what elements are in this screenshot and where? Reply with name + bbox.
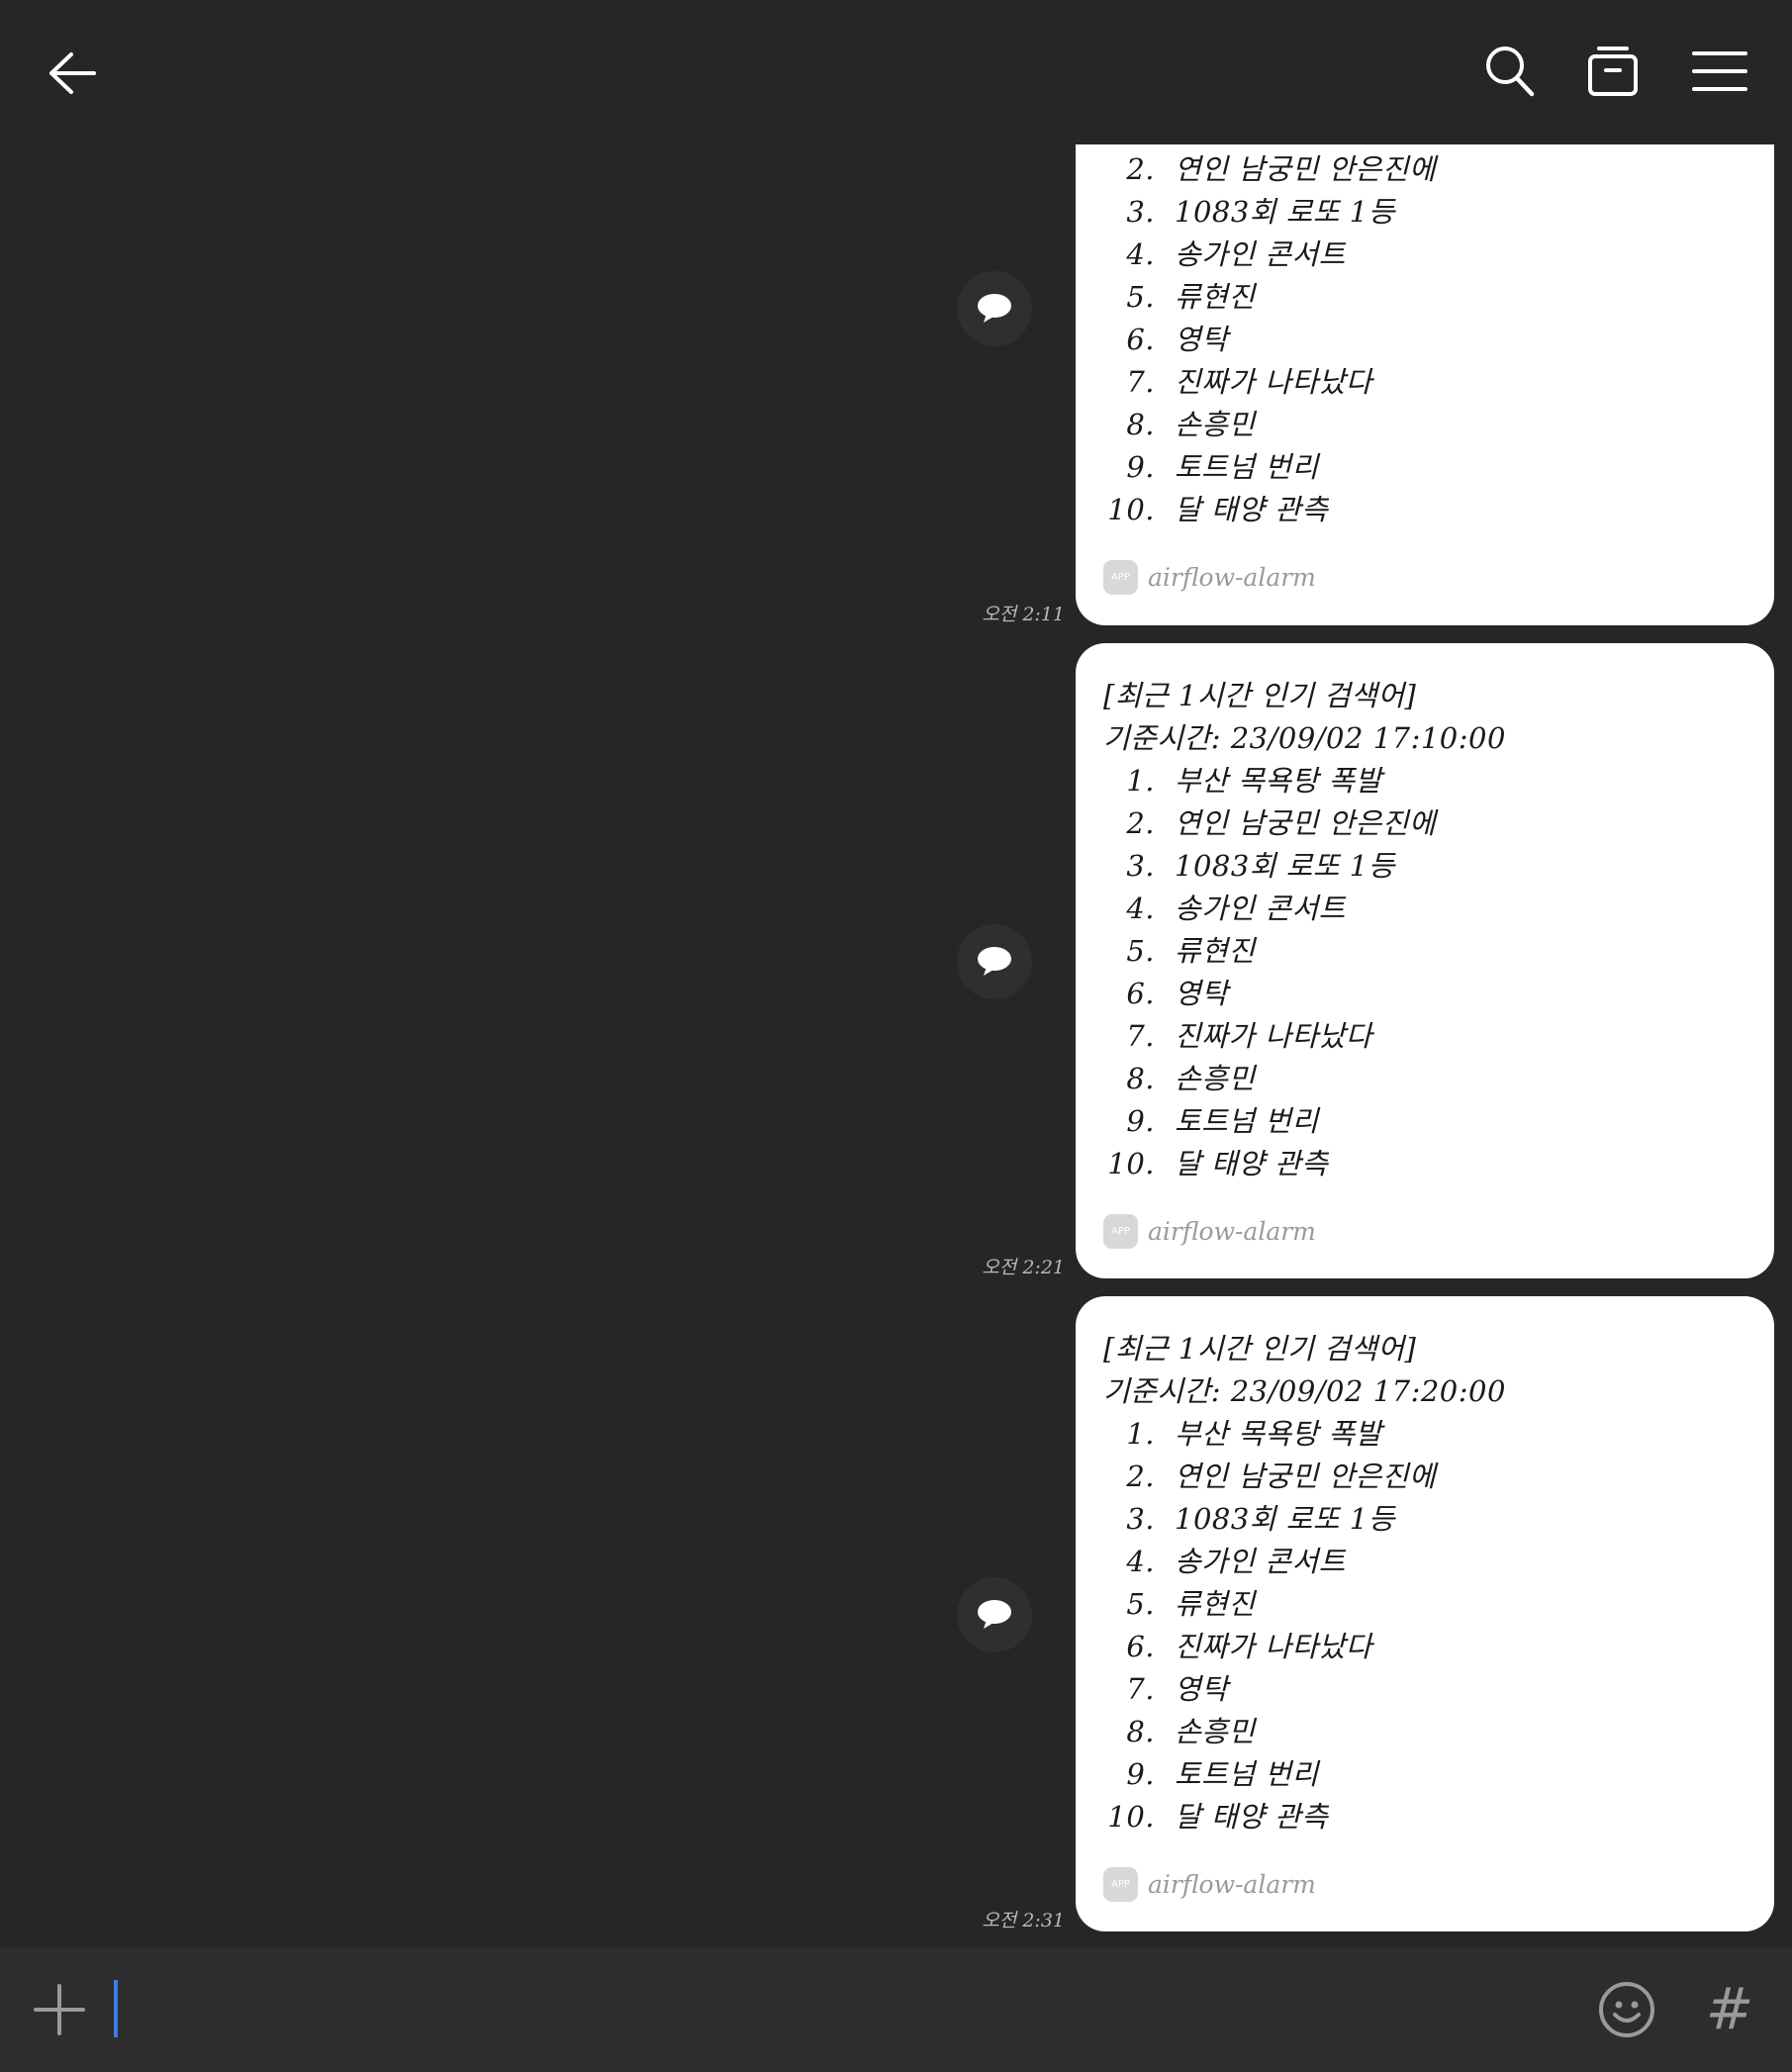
message-bubble[interactable]: 2. 연인 남궁민 안은진에 3. 1083회 로또 1등 4. 송가인 콘서트 5.… [1076, 144, 1774, 625]
list-item: 3. 1083회 로또 1등 [1126, 195, 1395, 229]
app-name: airflow-alarm [1148, 562, 1316, 592]
list-item: 7. 진짜가 나타났다 [1126, 365, 1372, 399]
message-timestamp-line: 기준시간: 23/09/02 17:20:00 [1103, 1374, 1506, 1408]
app-badge: APP [1103, 559, 1138, 595]
message-time: 오전 2:21 [982, 1257, 1065, 1278]
plus-icon [34, 1984, 85, 2035]
list-item: 10. 달 태양 관측 [1107, 1800, 1329, 1834]
message-bubble[interactable]: [최근 1시간 인기 검색어] 기준시간: 23/09/02 17:20:00 … [1076, 1296, 1774, 1931]
list-item: 4. 송가인 콘서트 [1126, 237, 1346, 271]
message-input[interactable] [111, 1975, 1559, 2044]
list-item: 6. 진짜가 나타났다 [1126, 1630, 1372, 1663]
list-item: 5. 류현진 [1126, 280, 1256, 314]
attach-button[interactable] [30, 1980, 89, 2039]
composer-bar: # [0, 1947, 1792, 2072]
smiley-icon [1599, 1982, 1654, 2037]
list-item: 5. 류현진 [1126, 934, 1256, 968]
message-title: [최근 1시간 인기 검색어] [1103, 679, 1417, 712]
list-item: 4. 송가인 콘서트 [1126, 892, 1346, 925]
message-time: 오전 2:31 [982, 1910, 1065, 1931]
list-item: 2. 연인 남궁민 안은진에 [1126, 806, 1437, 840]
list-item: 8. 손흥민 [1126, 408, 1256, 441]
list-item: 6. 영탁 [1126, 323, 1229, 356]
list-item: 8. 손흥민 [1126, 1715, 1256, 1748]
speech-bubble-icon [978, 947, 1011, 976]
message-title: [최근 1시간 인기 검색어] [1103, 1332, 1417, 1366]
message-time: 오전 2:11 [982, 604, 1065, 625]
list-item: 9. 토트넘 번리 [1126, 450, 1319, 484]
speech-bubble-icon [978, 294, 1011, 323]
list-item: 3. 1083회 로또 1등 [1126, 849, 1395, 883]
message-bubble[interactable]: [최근 1시간 인기 검색어] 기준시간: 23/09/02 17:10:00 … [1076, 643, 1774, 1278]
list-item: 9. 토트넘 번리 [1126, 1104, 1319, 1138]
list-item: 10. 달 태양 관측 [1107, 1147, 1329, 1180]
back-button[interactable] [40, 44, 105, 103]
list-item: 7. 영탁 [1126, 1672, 1229, 1706]
speech-bubble-icon [978, 1600, 1011, 1629]
drawer-button[interactable] [1583, 42, 1643, 101]
message-footer[interactable]: APP airflow-alarm [1103, 1211, 1746, 1251]
list-item: 2. 연인 남궁민 안은진에 [1126, 1460, 1437, 1493]
app-badge: APP [1103, 1866, 1138, 1902]
chat-area[interactable]: 2. 연인 남궁민 안은진에 3. 1083회 로또 1등 4. 송가인 콘서트 5.… [0, 144, 1792, 1947]
search-button[interactable] [1480, 42, 1540, 101]
hamburger-menu-icon [1692, 51, 1747, 91]
share-button[interactable] [957, 271, 1032, 346]
hashtag-button[interactable]: # [1698, 1977, 1761, 2040]
archive-box-icon [1588, 47, 1638, 96]
list-item: 5. 류현진 [1126, 1587, 1256, 1621]
top-bar [0, 0, 1792, 144]
list-item: 1. 부산 목욕탕 폭발 [1126, 764, 1382, 798]
text-cursor [114, 1980, 118, 2037]
list-item: 8. 손흥민 [1126, 1062, 1256, 1095]
list-item: 3. 1083회 로또 1등 [1126, 1502, 1395, 1536]
menu-button[interactable] [1687, 42, 1752, 101]
chat-app: 2. 연인 남궁민 안은진에 3. 1083회 로또 1등 4. 송가인 콘서트 5.… [0, 0, 1792, 2072]
list-item: 9. 토트넘 번리 [1126, 1757, 1319, 1791]
message-timestamp-line: 기준시간: 23/09/02 17:10:00 [1103, 721, 1506, 755]
list-item: 2. 연인 남궁민 안은진에 [1126, 152, 1437, 186]
list-item: 4. 송가인 콘서트 [1126, 1545, 1346, 1578]
share-button[interactable] [957, 1577, 1032, 1652]
list-item: 6. 영탁 [1126, 977, 1229, 1010]
search-icon [1486, 47, 1535, 97]
app-name: airflow-alarm [1148, 1869, 1316, 1899]
emoji-button[interactable] [1596, 1979, 1657, 2040]
hashtag-icon: # [1705, 1975, 1754, 2042]
message-footer[interactable]: APP airflow-alarm [1103, 1864, 1746, 1904]
app-name: airflow-alarm [1148, 1216, 1316, 1246]
list-item: 1. 부산 목욕탕 폭발 [1126, 1417, 1382, 1451]
list-item: 7. 진짜가 나타났다 [1126, 1019, 1372, 1053]
arrow-left-icon [49, 52, 96, 94]
share-button[interactable] [957, 924, 1032, 999]
app-badge: APP [1103, 1213, 1138, 1249]
message-footer[interactable]: APP airflow-alarm [1103, 557, 1746, 597]
list-item: 10. 달 태양 관측 [1107, 493, 1329, 526]
